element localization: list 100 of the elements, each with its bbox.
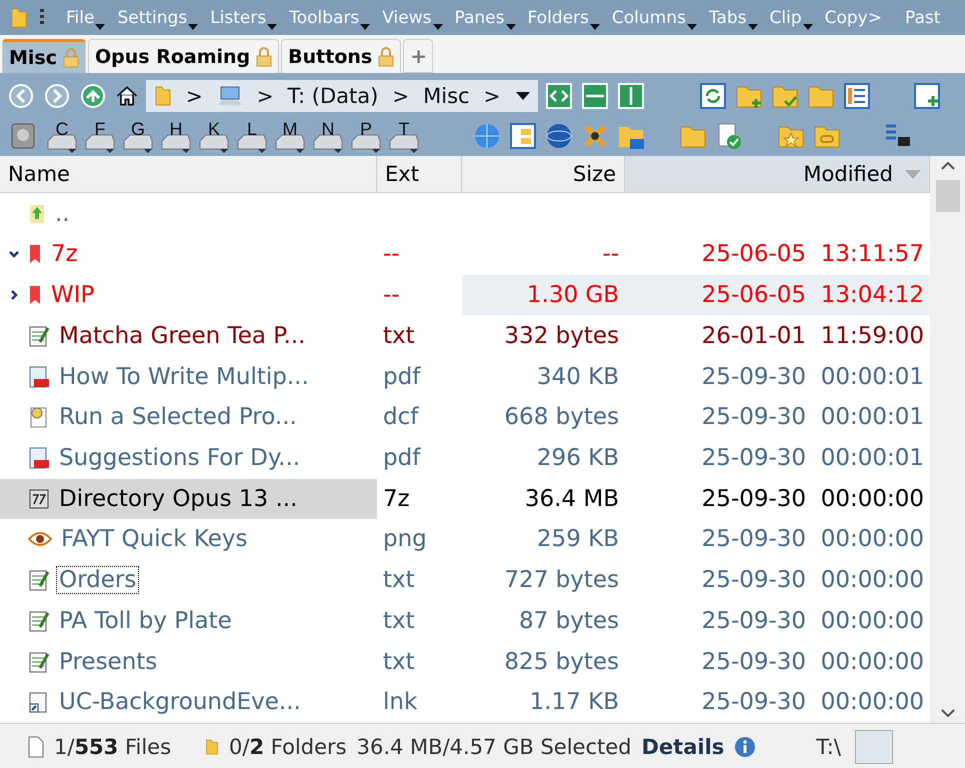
forward-icon[interactable] (42, 81, 72, 111)
breadcrumb-separator[interactable]: > (392, 84, 410, 108)
bookmark-folder-icon (28, 243, 42, 266)
breadcrumb-separator[interactable]: > (484, 84, 500, 108)
file-modified: 25-09-30 00:00:01 (700, 362, 925, 392)
drive-button[interactable]: F (84, 119, 116, 153)
file-name: FAYT Quick Keys (60, 525, 249, 554)
column-header[interactable]: Modified (625, 156, 930, 193)
file-size: 340 KB (536, 362, 620, 392)
new-window-icon[interactable] (912, 81, 942, 111)
layout-icon[interactable] (508, 121, 538, 151)
drive-button[interactable]: L (236, 119, 268, 153)
file-row[interactable]: Presents (0, 642, 377, 682)
up-icon[interactable] (78, 81, 108, 111)
file-row[interactable]: WIP (0, 275, 377, 316)
file-ext: png (382, 525, 428, 554)
scroll-down-icon[interactable] (940, 709, 954, 717)
file-size: 668 bytes (503, 403, 620, 432)
column-header[interactable]: Size (462, 156, 625, 193)
breadcrumb-separator[interactable]: > (256, 84, 274, 108)
file-modified: 25-09-30 00:00:00 (700, 484, 925, 514)
path-field[interactable] (854, 730, 893, 764)
file-row[interactable]: UC-BackgroundEve... (0, 682, 377, 722)
file-size: 87 bytes (518, 606, 620, 636)
file-size: 1.30 GB (462, 275, 625, 316)
drive-button[interactable]: C (46, 119, 78, 153)
drive-button[interactable]: K (198, 119, 230, 153)
file-ext: txt (382, 648, 416, 677)
tab[interactable]: Buttons (281, 39, 402, 73)
file-size: 36.4 MB (524, 484, 620, 514)
breadcrumb-separator[interactable]: > (186, 84, 203, 108)
file-name: PA Toll by Plate (58, 606, 233, 635)
back-icon[interactable] (6, 81, 36, 111)
info-icon[interactable] (734, 736, 756, 758)
file-name: Presents (58, 648, 158, 676)
file-name: 7z (50, 240, 79, 268)
file-size: 727 bytes (503, 566, 620, 596)
refresh-icon[interactable] (698, 81, 728, 111)
file-row[interactable]: Orders (0, 560, 377, 600)
globe-icon[interactable] (472, 121, 502, 151)
file-row[interactable]: Run a Selected Pro... (0, 397, 377, 438)
drive-button[interactable]: H (160, 119, 192, 153)
file-row[interactable]: FAYT Quick Keys (0, 519, 377, 560)
file-name: WIP (50, 281, 96, 310)
file-row[interactable]: How To Write Multip... (0, 356, 377, 397)
text-file-icon (28, 650, 50, 674)
grip-handle[interactable] (40, 8, 44, 26)
file-name: How To Write Multip... (58, 362, 310, 391)
file-name: Matcha Green Tea P... (58, 322, 306, 350)
file-modified: 25-09-30 00:00:00 (700, 566, 925, 596)
file-row[interactable]: Directory Opus 13 ... (0, 478, 377, 519)
drive-button[interactable]: M (274, 119, 306, 153)
file-ext: txt (382, 606, 416, 636)
dropdown-arrow-icon[interactable] (516, 92, 530, 100)
breadcrumb-item[interactable]: T: (Data) (288, 84, 378, 108)
file-row[interactable]: Matcha Green Tea P... (0, 316, 377, 356)
drive-button[interactable]: T (388, 119, 420, 153)
text-file-icon (28, 324, 50, 348)
bookmark-folder-icon (28, 284, 42, 306)
folder-icon (205, 737, 220, 757)
drive-button[interactable]: P (350, 119, 382, 153)
text-file-icon (28, 568, 50, 592)
breadcrumb-item[interactable]: Misc (423, 84, 470, 108)
file-row[interactable]: Suggestions For Dy... (0, 438, 377, 478)
file-row[interactable]: .. (0, 194, 377, 234)
vertical-split-icon[interactable] (616, 81, 646, 111)
file-name: .. (54, 200, 71, 228)
horizontal-split-icon[interactable] (580, 81, 610, 111)
file-modified: 25-09-30 00:00:00 (700, 525, 925, 554)
file-ext: pdf (382, 444, 422, 473)
network-globe-icon[interactable] (544, 121, 574, 151)
tab[interactable]: Misc (2, 39, 86, 73)
file-ext: pdf (382, 362, 422, 392)
new-tab-button[interactable]: + (403, 39, 434, 73)
scroll-thumb[interactable] (936, 180, 960, 212)
scrollbar[interactable] (930, 156, 965, 723)
file-size: 1.17 KB (528, 688, 620, 718)
column-header[interactable]: Name (0, 156, 377, 193)
file-row[interactable]: 7z (0, 234, 377, 274)
file-name: UC-BackgroundEve... (58, 688, 302, 716)
details-label[interactable]: Details (641, 735, 724, 759)
file-modified: 25-09-30 00:00:00 (700, 648, 925, 677)
file-modified: 25-09-30 00:00:01 (700, 403, 925, 432)
file-row[interactable]: PA Toll by Plate (0, 600, 377, 641)
file-ext: -- (382, 281, 401, 310)
file-ext: 7z (382, 484, 411, 514)
chevron-right-icon[interactable] (8, 288, 20, 301)
list-view-icon[interactable] (842, 81, 872, 111)
file-ext: -- (382, 240, 401, 270)
folder-icon (10, 6, 28, 28)
drive-button[interactable]: G (122, 119, 154, 153)
column-header[interactable]: Ext (377, 156, 462, 193)
files-count: 1/553 Files (54, 735, 172, 759)
drive-button[interactable]: N (312, 119, 344, 153)
scroll-up-icon[interactable] (940, 162, 954, 170)
breadcrumb-bar[interactable]: > > T: (Data) > Misc > (146, 80, 538, 112)
code-view-icon[interactable] (544, 81, 574, 111)
tab[interactable]: Opus Roaming (88, 39, 280, 73)
file-size: -- (601, 240, 620, 270)
file-modified: 25-09-30 00:00:00 (700, 606, 925, 636)
